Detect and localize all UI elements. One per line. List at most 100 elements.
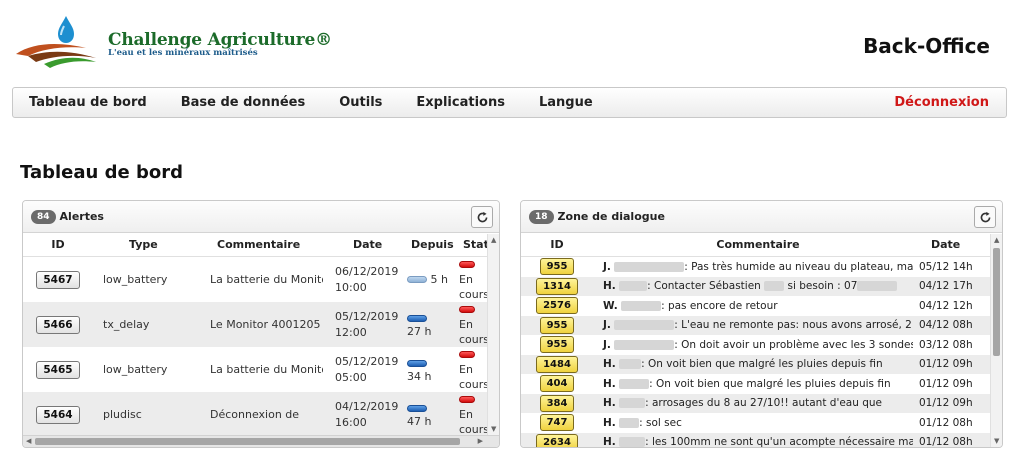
- page-title: Tableau de bord: [20, 162, 183, 183]
- alerts-horizontal-scrollbar[interactable]: ◀ ▶: [23, 435, 499, 447]
- col-id[interactable]: ID: [23, 238, 93, 251]
- nav-explanations[interactable]: Explications: [399, 95, 522, 110]
- alert-date-day: 04/12/2019: [335, 399, 399, 413]
- col-date[interactable]: Date: [323, 237, 397, 253]
- alert-date: 04/12/2019 16:00: [323, 399, 399, 431]
- alert-date: 06/12/2019 10:00: [323, 264, 398, 296]
- scroll-down-icon[interactable]: ▼: [994, 437, 999, 445]
- dialog-panel: 18 Zone de dialogue ID Commentaire Date …: [520, 200, 1003, 448]
- status-indicator: [459, 351, 475, 358]
- alert-type: tx_delay: [103, 318, 150, 331]
- table-row[interactable]: 747 H. : sol sec 01/12 08h: [521, 413, 1002, 433]
- table-row[interactable]: 5465 low_battery La batterie du Monitor …: [23, 347, 499, 392]
- scroll-right-icon[interactable]: ▶: [478, 437, 483, 445]
- brand-logo: [14, 12, 104, 72]
- alert-comment: Le Monitor 4001205 «: [210, 318, 323, 331]
- comment-text: : Pas très humide au niveau du plateau, …: [684, 260, 913, 273]
- dialog-id-button[interactable]: 404: [539, 375, 575, 393]
- dialog-id-button[interactable]: 384: [539, 394, 575, 412]
- since-value: 47 h: [407, 414, 432, 428]
- scroll-up-icon[interactable]: ▲: [491, 236, 496, 244]
- table-row[interactable]: 955 J. : Pas très humide au niveau du pl…: [521, 257, 1002, 277]
- col-comment[interactable]: Commentaire: [593, 238, 913, 251]
- dialog-id-button[interactable]: 1314: [536, 277, 578, 295]
- col-status[interactable]: Statu: [451, 237, 491, 252]
- author-initial: H.: [603, 280, 616, 293]
- scroll-thumb[interactable]: [35, 438, 460, 445]
- col-id[interactable]: ID: [521, 238, 593, 251]
- col-date[interactable]: Date: [913, 238, 985, 251]
- alert-id-button[interactable]: 5464: [36, 405, 80, 424]
- alert-date-time: 10:00: [335, 280, 367, 294]
- comment-text: : arrosages du 8 au 27/10!! autant d'eau…: [645, 397, 883, 410]
- table-row[interactable]: 5464 pludisc Déconnexion de 04/12/2019 16…: [23, 392, 499, 435]
- alert-type: low_battery: [103, 273, 168, 286]
- scroll-up-icon[interactable]: ▲: [994, 236, 999, 244]
- dialog-date: 01/12 09h: [919, 397, 973, 410]
- dialog-date: 01/12 08h: [919, 436, 973, 448]
- table-row[interactable]: 955 J. : L'eau ne remonte pas: nous avon…: [521, 315, 1002, 335]
- author-initial: H.: [603, 397, 616, 410]
- alerts-table-header: ID Type Commentaire Date Depuis Statu: [23, 233, 499, 257]
- table-row[interactable]: 384 H. : arrosages du 8 au 27/10!! autan…: [521, 393, 1002, 413]
- scroll-left-icon[interactable]: ◀: [26, 437, 31, 445]
- alert-status: En cours: [451, 392, 491, 435]
- dialog-date: 01/12 08h: [919, 416, 973, 429]
- comment-text: : les 100mm ne sont qu'un acompte nécess…: [645, 436, 913, 448]
- nav-database[interactable]: Base de données: [164, 95, 323, 110]
- logout-link[interactable]: Déconnexion: [877, 95, 1006, 110]
- comment-text: : sol sec: [639, 416, 682, 429]
- nav-dashboard[interactable]: Tableau de bord: [13, 95, 164, 110]
- alert-id-button[interactable]: 5467: [36, 270, 80, 289]
- table-row[interactable]: 2576 W. : pas encore de retour 04/12 12h: [521, 296, 1002, 316]
- dialog-refresh-button[interactable]: [974, 206, 996, 228]
- redacted-name: [764, 281, 785, 292]
- alerts-title: Alertes: [59, 210, 104, 223]
- dialog-comment: J. : Pas très humide au niveau du platea…: [593, 261, 913, 273]
- table-row[interactable]: 1314 H. : Contacter Sébastien si besoin …: [521, 276, 1002, 296]
- dialog-id-button[interactable]: 955: [539, 258, 575, 276]
- table-row[interactable]: 1484 H. : On voit bien que malgré les pl…: [521, 354, 1002, 374]
- alert-id-button[interactable]: 5465: [36, 360, 80, 379]
- comment-text: : On voit bien que malgré les pluies dep…: [641, 358, 883, 371]
- col-comment[interactable]: Commentaire: [195, 238, 323, 251]
- dialog-comment: J. : On doit avoir un problème avec les …: [593, 339, 913, 351]
- table-row[interactable]: 2634 H. : les 100mm ne sont qu'un acompt…: [521, 432, 1002, 448]
- dialog-id-button[interactable]: 955: [539, 336, 575, 354]
- col-since[interactable]: Depuis: [397, 238, 454, 251]
- scroll-thumb[interactable]: [993, 248, 1000, 356]
- dialog-id-button[interactable]: 1484: [536, 355, 578, 373]
- table-row[interactable]: 955 J. : On doit avoir un problème avec …: [521, 335, 1002, 355]
- dialog-id-button[interactable]: 955: [539, 316, 575, 334]
- alert-date-day: 05/12/2019: [335, 354, 399, 368]
- alerts-count-badge: 84: [31, 209, 56, 224]
- table-row[interactable]: 404 H. : On voit bien que malgré les plu…: [521, 374, 1002, 394]
- alert-date-day: 05/12/2019: [335, 309, 399, 323]
- redacted-name: [619, 281, 648, 292]
- alert-id-button[interactable]: 5466: [36, 315, 80, 334]
- dialog-count-badge: 18: [529, 209, 554, 224]
- dialog-table-header: ID Commentaire Date: [521, 233, 1002, 257]
- nav-language[interactable]: Langue: [522, 95, 610, 110]
- dialog-date: 04/12 17h: [919, 280, 973, 293]
- dialog-comment: H. : On voit bien que malgré les pluies …: [593, 358, 913, 370]
- refresh-icon: [980, 211, 990, 222]
- alerts-refresh-button[interactable]: [471, 206, 493, 228]
- dialog-id-button[interactable]: 2576: [536, 297, 578, 315]
- main-nav: Tableau de bord Base de données Outils E…: [12, 87, 1007, 118]
- dialog-vertical-scrollbar[interactable]: ▲ ▼: [990, 234, 1002, 447]
- scroll-down-icon[interactable]: ▼: [491, 425, 496, 433]
- table-row[interactable]: 5466 tx_delay Le Monitor 4001205 « 05/12…: [23, 302, 499, 347]
- alerts-vertical-scrollbar[interactable]: ▲ ▼: [487, 234, 499, 435]
- nav-tools[interactable]: Outils: [322, 95, 399, 110]
- alert-type: low_battery: [103, 363, 168, 376]
- dialog-comment: H. : Contacter Sébastien si besoin : 07: [593, 280, 913, 292]
- dialog-id-button[interactable]: 747: [539, 414, 575, 432]
- redacted-name: [619, 398, 646, 409]
- status-indicator: [459, 261, 475, 268]
- redacted-name: [619, 359, 642, 370]
- col-type[interactable]: Type: [93, 238, 195, 251]
- table-row[interactable]: 5467 low_battery La batterie du Monitor …: [23, 257, 499, 302]
- dialog-id-button[interactable]: 2634: [536, 433, 578, 447]
- alert-date-time: 05:00: [335, 370, 367, 384]
